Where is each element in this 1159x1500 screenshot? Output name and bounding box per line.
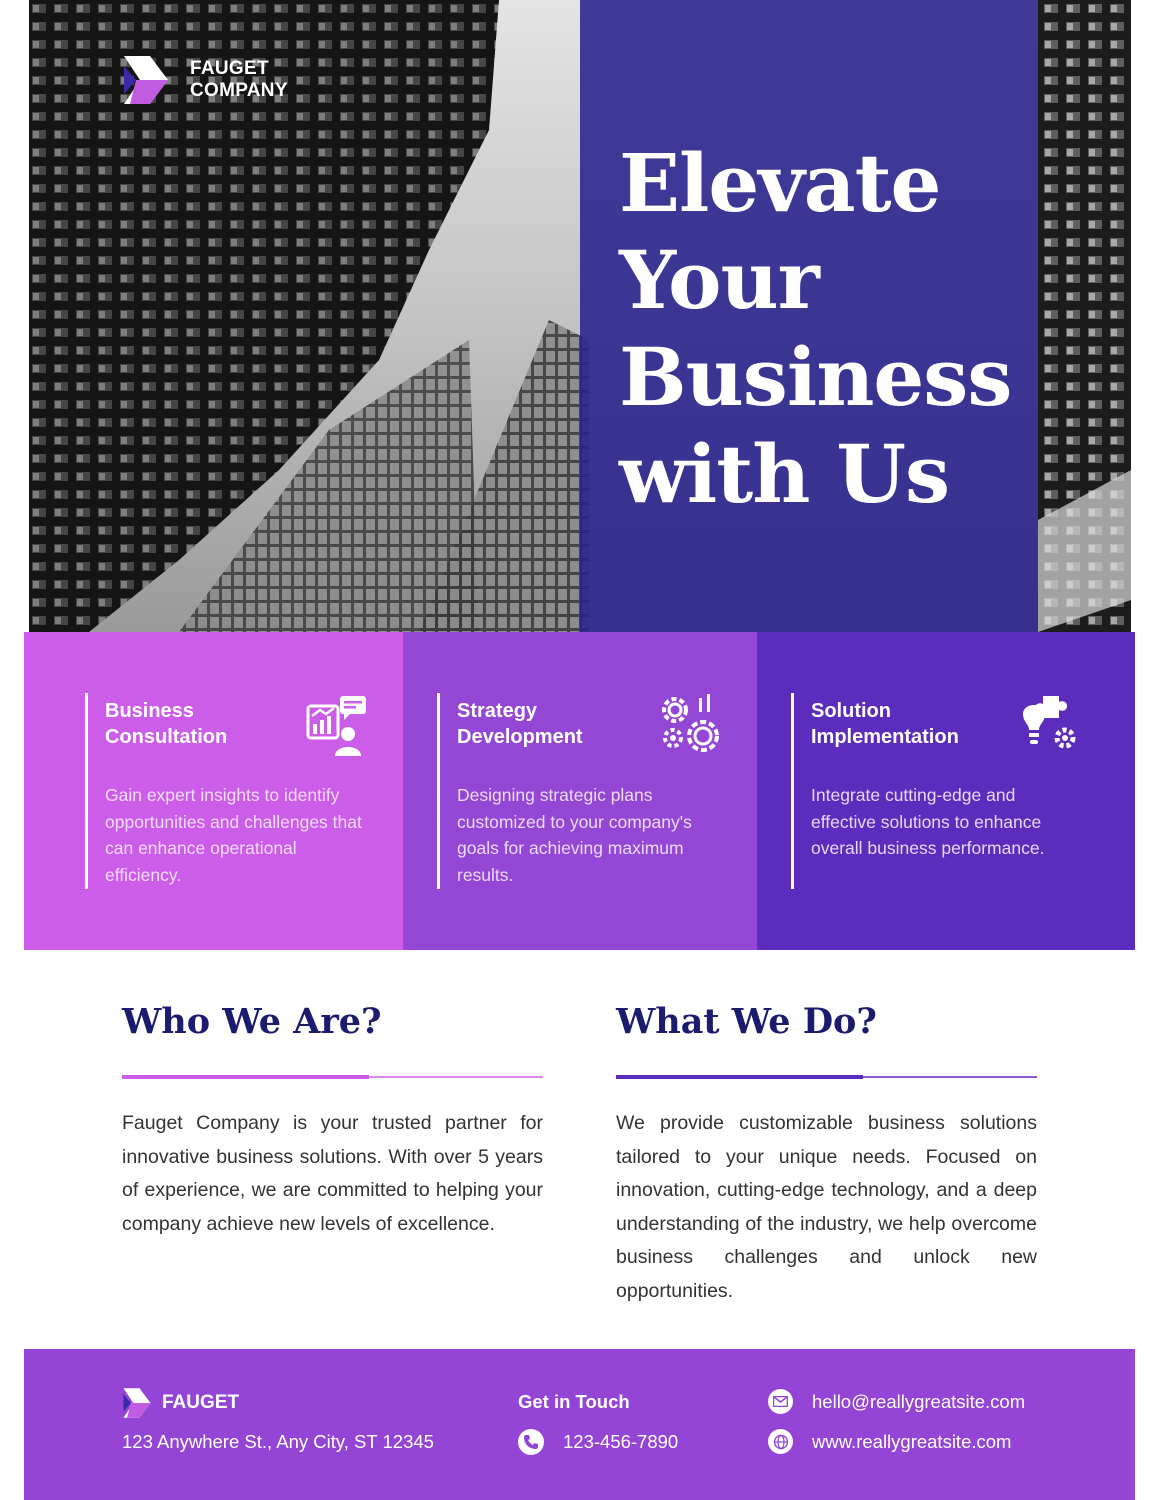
mail-icon — [768, 1389, 793, 1414]
chevron-logo-icon — [123, 1388, 151, 1418]
service-title: Solution Implementation — [811, 700, 959, 748]
gears-icon — [662, 694, 719, 752]
service-card-implementation: Solution Implementation Integrate cuttin… — [757, 632, 1135, 950]
service-title: Strategy Development — [457, 700, 583, 748]
footer-brand-name: FAUGET — [162, 1392, 240, 1413]
accent-bar — [85, 693, 88, 889]
footer-brand[interactable]: FAUGET — [122, 1387, 239, 1419]
footer: FAUGET 123 Anywhere St., Any City, ST 12… — [24, 1349, 1135, 1500]
contact-heading: Get in Touch — [518, 1391, 630, 1412]
brand-name-line1: FAUGET — [190, 58, 269, 79]
brand-name-line2: COMPANY — [190, 80, 288, 101]
service-title: Business Consultation — [105, 700, 228, 748]
services-summary-section: What We Do? We provide customizable busi… — [616, 1000, 1037, 1308]
website-url: www.reallygreatsite.com — [812, 1430, 1012, 1452]
consultation-icon — [306, 696, 366, 756]
service-description: Gain expert insights to identify opportu… — [105, 785, 362, 885]
accent-bar — [791, 693, 794, 889]
service-card-consultation: Business Consultation Gain expert insigh… — [24, 632, 403, 950]
about-divider — [122, 1075, 543, 1079]
work-divider — [616, 1075, 1037, 1079]
hero-headline: Elevate Your Business with Us — [619, 136, 1012, 521]
footer-address: 123 Anywhere St., Any City, ST 12345 — [122, 1431, 434, 1452]
work-title: What We Do? — [616, 1001, 877, 1042]
hero-banner: FAUGET COMPANY Elevate Your Business wit… — [29, 0, 1131, 632]
accent-bar — [437, 693, 440, 889]
email-row[interactable]: hello@reallygreatsite.com — [768, 1389, 1025, 1414]
services-strip: Business Consultation Gain expert insigh… — [24, 632, 1135, 950]
about-section: Who We Are? Fauget Company is your trust… — [122, 1000, 543, 1241]
website-row[interactable]: www.reallygreatsite.com — [768, 1429, 1011, 1454]
globe-icon — [768, 1429, 793, 1454]
chevron-logo-icon — [124, 56, 168, 104]
puzzle-bulb-icon — [1023, 696, 1076, 749]
phone-number: 123-456-7890 — [563, 1431, 679, 1452]
about-text: Fauget Company is your trusted partner f… — [122, 1112, 543, 1235]
about-title: Who We Are? — [122, 1001, 382, 1042]
phone-row[interactable]: 123-456-7890 — [518, 1429, 678, 1455]
email-address: hello@reallygreatsite.com — [812, 1390, 1026, 1412]
service-card-strategy: Strategy Development Designing strategic… — [403, 632, 757, 950]
phone-icon — [518, 1429, 544, 1455]
work-text: We provide customizable business solutio… — [616, 1112, 1037, 1302]
brand-logo[interactable]: FAUGET COMPANY — [122, 54, 288, 106]
service-description: Integrate cutting-edge and effective sol… — [811, 785, 1045, 858]
service-description: Designing strategic plans customized to … — [457, 785, 692, 885]
